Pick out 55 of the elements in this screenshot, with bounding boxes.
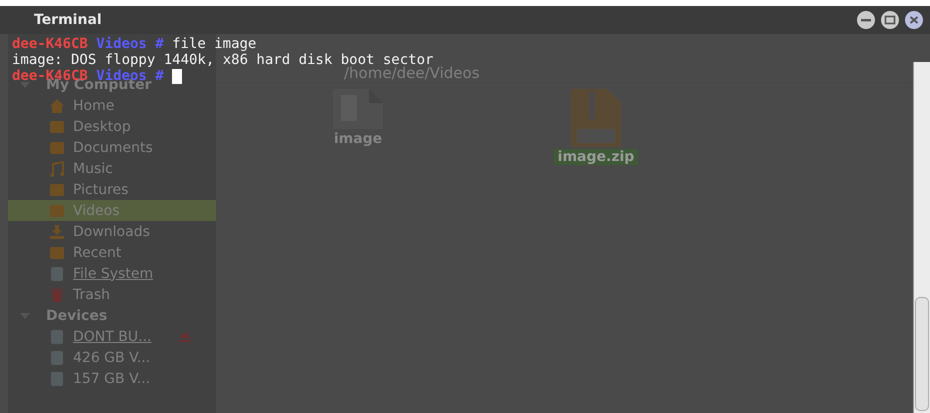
output-text: image: DOS floppy 1440k, x86 hard disk boot sector xyxy=(12,52,434,68)
sidebar-label: Recent xyxy=(73,244,122,260)
close-button[interactable] xyxy=(904,10,924,30)
binary-file-icon[interactable] xyxy=(333,89,383,129)
sidebar-item[interactable]: Pictures xyxy=(8,179,216,200)
prompt-host: dee-K46CB xyxy=(12,36,88,52)
window-title: Terminal xyxy=(34,12,102,28)
music-note-icon xyxy=(49,160,65,176)
drive-icon xyxy=(49,328,65,344)
scrollbar[interactable] xyxy=(913,62,930,413)
sidebar-item[interactable]: Documents xyxy=(8,137,216,158)
sidebar-label: 426 GB V... xyxy=(73,350,150,366)
sidebar-item[interactable]: 426 GB V... xyxy=(8,347,216,368)
sidebar-item[interactable]: DONT BU... xyxy=(8,326,216,347)
sidebar-label: Videos xyxy=(73,202,120,218)
house-icon xyxy=(49,98,65,114)
sidebar-item[interactable]: Trash xyxy=(8,284,216,305)
drive-icon xyxy=(49,266,65,282)
sidebar-item[interactable]: Downloads xyxy=(8,221,216,242)
sidebar-label: 157 GB V... xyxy=(73,370,150,386)
minimize-button[interactable] xyxy=(856,10,876,30)
command-text: file image xyxy=(172,36,256,52)
file-name[interactable]: image xyxy=(330,131,386,147)
sidebar-item[interactable]: File System xyxy=(8,263,216,284)
maximize-button[interactable] xyxy=(880,10,900,30)
folder-icon xyxy=(49,118,65,134)
sidebar-label: Desktop xyxy=(73,118,131,134)
sidebar-item[interactable]: Recent xyxy=(8,242,216,263)
sidebar-label: Documents xyxy=(73,140,153,156)
drive-icon xyxy=(49,370,65,386)
trash-icon xyxy=(49,286,65,302)
eject-icon[interactable] xyxy=(179,332,192,342)
sidebar-label: DONT BU... xyxy=(73,328,152,344)
sidebar-label: Trash xyxy=(73,286,110,302)
sidebar-label: File System xyxy=(73,266,154,282)
sidebar-item[interactable]: Home xyxy=(8,95,216,116)
sidebar-item[interactable]: Desktop xyxy=(8,116,216,137)
folder-icon xyxy=(49,182,65,198)
section-header: Devices xyxy=(46,308,108,324)
sidebar-label: Home xyxy=(73,98,114,114)
folder-icon xyxy=(49,202,65,218)
scrollbar-thumb[interactable] xyxy=(915,297,929,411)
sidebar-label: Downloads xyxy=(73,224,150,240)
sidebar-item[interactable]: Music xyxy=(8,158,216,179)
sidebar-item[interactable]: 157 GB V... xyxy=(8,368,216,389)
zip-file-icon[interactable] xyxy=(571,89,621,147)
download-icon xyxy=(49,224,65,240)
folder-icon xyxy=(49,244,65,260)
drive-icon xyxy=(49,350,65,366)
sidebar-label: Music xyxy=(73,160,113,176)
folder-icon xyxy=(49,140,65,156)
sidebar-item[interactable]: Videos xyxy=(8,200,216,221)
file-name[interactable]: image.zip xyxy=(554,149,638,165)
sidebar-label: Pictures xyxy=(73,182,128,198)
prompt-directory: Videos # xyxy=(96,36,164,52)
